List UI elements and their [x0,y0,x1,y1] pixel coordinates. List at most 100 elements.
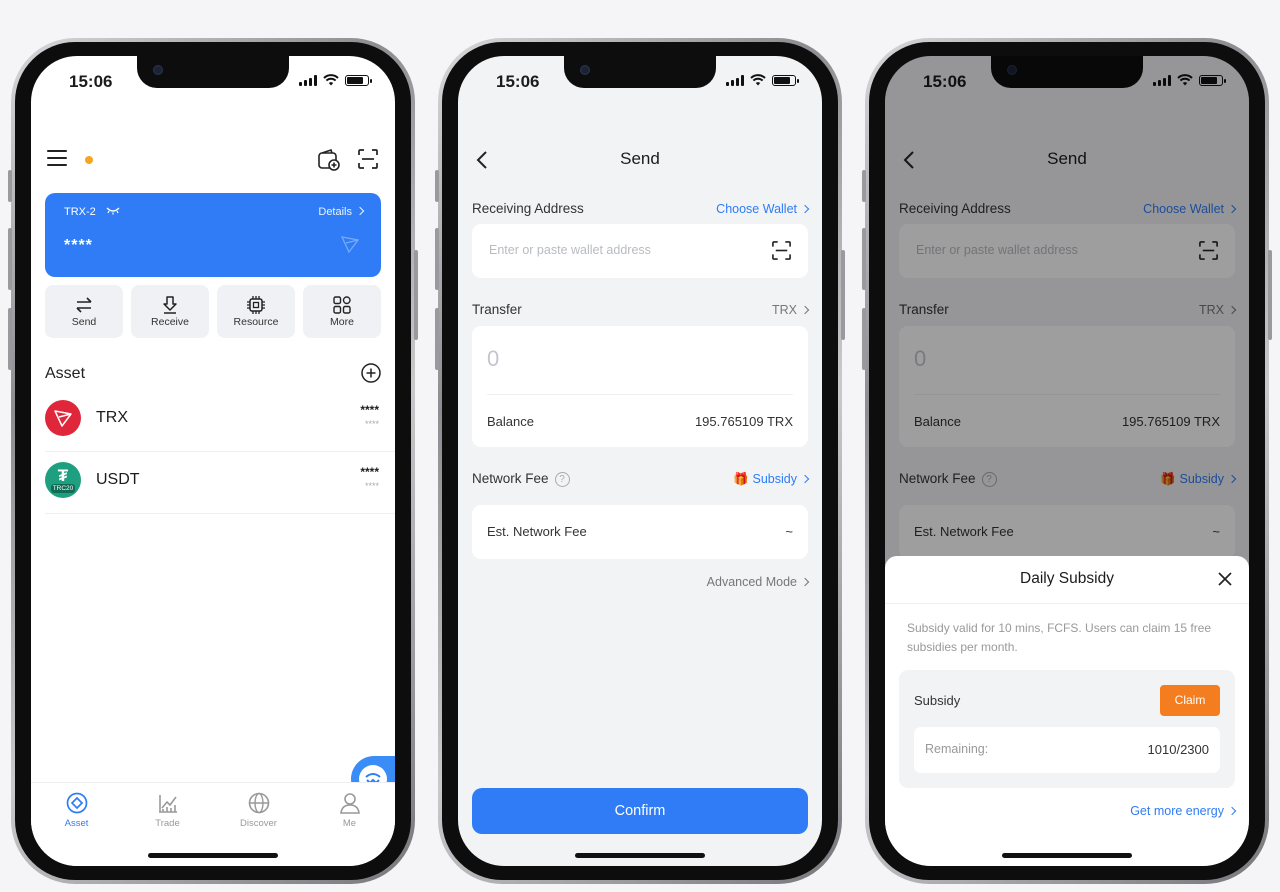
battery-icon [345,74,372,86]
est-fee-value: ~ [785,524,793,539]
side-button [8,170,12,202]
asset-amount: **** [360,465,379,479]
subsidy-label: Subsidy [914,693,961,708]
transfer-label: Transfer [472,302,522,317]
network-fee-label: Network Fee? [472,471,570,487]
resource-action-label: Resource [233,316,279,328]
phone-frame-home: 15:06 TRX-2 Details **** Send Receive Re… [8,38,418,884]
asset-section-title: Asset [45,365,86,382]
receive-action-button[interactable]: Receive [131,285,209,338]
subsidy-link-label: Subsidy [752,472,797,486]
claim-button[interactable]: Claim [1160,685,1220,716]
asset-amount: **** [360,403,379,417]
tab-label: Me [342,818,357,829]
est-fee-card: Est. Network Fee ~ [472,505,808,559]
wallet-card[interactable]: TRX-2 Details **** [45,193,381,277]
close-icon[interactable] [1217,571,1233,587]
address-input[interactable]: Enter or paste wallet address [489,243,651,257]
home-indicator [575,853,705,858]
person-icon [339,793,360,814]
subsidy-screen: 15:06 Send Receiving Address Choose Wall… [885,56,1249,866]
asset-value: **** [364,481,379,491]
wallet-details-link[interactable]: Details [318,206,365,218]
get-more-energy-label: Get more energy [1130,804,1224,818]
details-label: Details [318,206,352,218]
side-button [414,250,418,340]
gift-icon: 🎁 [732,472,749,486]
asset-row-usdt[interactable]: ₮ TRC20 USDT **** **** [45,452,395,514]
more-action-button[interactable]: More [303,285,381,338]
tab-me[interactable]: Me [304,783,395,866]
get-more-energy-link[interactable]: Get more energy [1130,804,1237,818]
send-screen: 15:06 Send Receiving Address Choose Wall… [458,56,822,866]
grid-icon [333,296,351,314]
confirm-button[interactable]: Confirm [472,788,808,834]
help-icon[interactable]: ? [554,471,570,487]
remaining-label: Remaining: [925,742,989,756]
status-time: 15:06 [69,72,113,91]
amount-card: 0 Balance 195.765109 TRX [472,326,808,447]
asset-icon [66,792,87,814]
trx-coin-icon [45,400,81,436]
sheet-title: Daily Subsidy [1020,570,1114,587]
tether-symbol: ₮ [57,466,69,485]
wifi-icon [323,74,339,86]
choose-wallet-link[interactable]: Choose Wallet [716,202,810,216]
menu-icon[interactable] [47,150,67,171]
trc20-badge: TRC20 [50,484,76,493]
asset-value: **** [364,419,379,429]
scan-icon[interactable] [357,148,379,170]
swap-arrows-icon [76,297,92,313]
home-indicator [1002,853,1132,858]
tab-label: Asset [64,818,89,829]
tab-asset[interactable]: Asset [31,783,122,866]
daily-subsidy-sheet: Daily Subsidy Subsidy valid for 10 mins,… [885,556,1249,866]
chevron-right-icon [1227,806,1237,816]
network-fee-text: Network Fee [472,471,549,486]
advanced-mode-link[interactable]: Advanced Mode [706,575,810,589]
tab-label: Trade [155,818,180,829]
notch [564,56,716,88]
remaining-row: Remaining: 1010/2300 [914,727,1220,773]
est-fee-label: Est. Network Fee [487,524,587,539]
eye-closed-icon[interactable] [106,206,120,215]
divider [487,394,793,395]
side-button [8,228,12,290]
side-button [1268,250,1272,340]
add-asset-icon[interactable] [361,363,381,383]
subsidy-description: Subsidy valid for 10 mins, FCFS. Users c… [907,621,1212,654]
send-action-label: Send [71,316,97,328]
side-button [862,170,866,202]
wallet-balance: **** [64,237,93,254]
signal-icon [726,74,744,86]
asset-row-trx[interactable]: TRX **** **** [45,390,395,452]
resource-action-button[interactable]: Resource [217,285,295,338]
divider [885,603,1249,604]
advanced-mode-label: Advanced Mode [706,575,797,589]
signal-icon [299,74,317,86]
token-label: TRX [772,303,797,317]
notch [137,56,289,88]
asset-name: USDT [96,471,140,488]
side-button [435,228,439,290]
status-time: 15:06 [496,72,540,91]
wifi-icon [750,74,766,86]
balance-value: 195.765109 TRX [694,414,793,429]
amount-input[interactable]: 0 [487,346,499,372]
more-action-label: More [330,316,354,328]
download-icon [163,296,177,314]
chevron-right-icon [800,305,810,315]
tab-label: Discover [240,818,277,829]
add-wallet-icon[interactable] [317,148,341,172]
tron-watermark-icon [341,236,359,253]
globe-icon [248,792,269,814]
side-button [8,308,12,370]
subsidy-link[interactable]: 🎁 Subsidy [732,472,810,487]
balance-label: Balance [487,414,534,429]
side-button [862,228,866,290]
send-action-button[interactable]: Send [45,285,123,338]
token-selector[interactable]: TRX [772,303,810,317]
home-screen: 15:06 TRX-2 Details **** Send Receive Re… [31,56,395,866]
remaining-value: 1010/2300 [1147,742,1209,757]
scan-icon[interactable] [771,240,792,261]
